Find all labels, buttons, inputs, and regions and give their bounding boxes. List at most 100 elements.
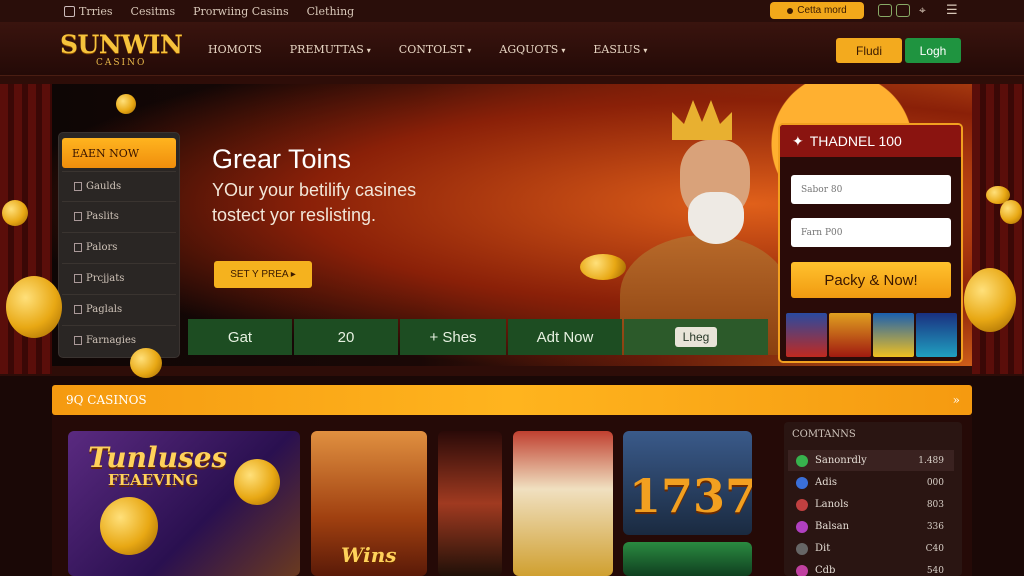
side-menu-header[interactable]: EAEN NOW <box>62 138 176 168</box>
coin-icon <box>6 276 62 338</box>
site-logo[interactable]: SUNWIN CASINO <box>60 30 183 69</box>
coin-icon <box>964 268 1016 332</box>
coin-icon <box>116 94 136 114</box>
find-button[interactable]: Fludi <box>836 38 902 63</box>
logo-subtitle: CASINO <box>96 58 147 68</box>
side-menu-label: Palors <box>86 242 118 253</box>
list-item-value: 336 <box>926 521 944 532</box>
game-tile[interactable]: Tunluses FEAEVING <box>68 431 300 576</box>
strip-cell-3[interactable]: + Shes <box>400 319 506 355</box>
menu-item-icon <box>74 305 82 314</box>
list-item[interactable]: Dit C40 <box>788 538 954 559</box>
cart-icon[interactable] <box>896 4 910 17</box>
nav-link-5[interactable]: EASLUS ▾ <box>593 43 647 56</box>
hero-subtitle-line-1: YOur your betilify casines <box>212 180 417 200</box>
coin-icon <box>2 200 28 226</box>
hero-subtitle: YOur your betilify casines tostect yor r… <box>212 178 416 228</box>
menu-item-icon <box>74 182 82 191</box>
list-item[interactable]: Balsan 336 <box>788 516 954 537</box>
utility-link-4[interactable]: Clething <box>307 5 355 18</box>
mail-icon[interactable] <box>878 4 892 17</box>
nav-link-label: AGQUOTS <box>499 43 559 56</box>
status-icon <box>796 454 808 467</box>
strip-button[interactable]: Lheg <box>674 327 718 347</box>
side-menu-item[interactable]: Gaulds <box>62 171 176 201</box>
menu-item-icon <box>74 274 82 283</box>
list-item[interactable]: Lanols 803 <box>788 494 954 515</box>
game-thumb[interactable] <box>786 313 828 357</box>
list-item-label: Sanonrdly <box>815 455 867 466</box>
game-tile-title: 1737 <box>629 469 752 523</box>
promo-pill-button[interactable]: Cetta mord <box>770 2 864 19</box>
close-icon[interactable]: » <box>953 393 960 407</box>
list-item-label: Dit <box>815 543 831 554</box>
side-menu-label: Gaulds <box>86 181 122 192</box>
strip-cell-2[interactable]: 20 <box>294 319 398 355</box>
signup-field-1[interactable] <box>791 175 951 204</box>
game-thumb[interactable] <box>915 313 957 357</box>
list-item-label: Adis <box>815 477 837 488</box>
utility-link-2[interactable]: Cesitms <box>131 5 176 18</box>
chevron-down-icon: ▾ <box>561 46 566 55</box>
game-tile[interactable]: Wins <box>311 431 427 576</box>
side-menu-item[interactable]: Prcjjats <box>62 263 176 293</box>
menu-icon[interactable]: ☰ <box>946 2 958 18</box>
game-tile[interactable] <box>623 542 752 576</box>
signup-header: ✦ THADNEL 100 <box>780 125 961 157</box>
hero-action-strip: Gat 20 + Shes Adt Now Lheg <box>188 319 768 355</box>
strip-cell-1[interactable]: Gat <box>188 319 292 355</box>
chevron-down-icon: ▾ <box>467 46 472 55</box>
signup-game-thumbs <box>786 313 957 357</box>
hero-subtitle-line-2: tostect yor reslisting. <box>212 205 377 225</box>
hero-cta-button[interactable]: SET Y PREA ▸ <box>214 261 312 288</box>
nav-link-3[interactable]: CONTOLST ▾ <box>399 43 472 56</box>
nav-link-2[interactable]: PREMUTTAS ▾ <box>290 43 371 56</box>
list-item-label: Lanols <box>815 499 849 510</box>
strip-cell-5: Lheg <box>624 319 768 355</box>
list-item[interactable]: Cdb 540 <box>788 560 954 576</box>
signup-field-2[interactable] <box>791 218 951 247</box>
game-tile[interactable]: 1737 <box>623 431 752 535</box>
coin-icon <box>100 497 158 555</box>
utility-link-1[interactable]: Trries <box>79 5 113 18</box>
side-menu-item[interactable]: Paslits <box>62 201 176 231</box>
status-icon <box>796 542 808 555</box>
side-menu-item[interactable]: Paglals <box>62 294 176 324</box>
game-tile[interactable] <box>513 431 613 576</box>
signup-panel: ✦ THADNEL 100 Packy & Now! <box>778 123 963 363</box>
king-figure-beard <box>688 192 744 244</box>
logo-brand: SUNWIN <box>60 30 183 59</box>
nav-link-4[interactable]: AGQUOTS ▾ <box>499 43 565 56</box>
game-tile-title: Tunluses <box>88 441 228 474</box>
status-icon <box>796 520 808 533</box>
menu-item-icon <box>74 243 82 252</box>
list-item[interactable]: Adis 000 <box>788 472 954 493</box>
pin-icon[interactable]: ⌖ <box>919 3 926 18</box>
list-item[interactable]: Sanonrdly 1.489 <box>788 450 954 471</box>
game-thumb[interactable] <box>872 313 914 357</box>
side-menu-item[interactable]: Palors <box>62 232 176 262</box>
game-tile[interactable] <box>438 431 502 576</box>
side-menu-item[interactable]: Farnagies <box>62 325 176 355</box>
list-item-value: 000 <box>926 477 944 488</box>
status-icon <box>796 498 808 511</box>
home-icon[interactable] <box>64 5 75 17</box>
signup-submit-button[interactable]: Packy & Now! <box>791 262 951 298</box>
signup-title: THADNEL 100 <box>809 133 902 149</box>
login-button[interactable]: Logh <box>905 38 961 63</box>
utility-link-3[interactable]: Prorwiing Casins <box>193 5 288 18</box>
nav-links: HOMOTS PREMUTTAS ▾ CONTOLST ▾ AGQUOTS ▾ EAS… <box>208 43 647 56</box>
casinos-section-header: 9Q CASINOS » <box>52 385 972 415</box>
side-menu-label: Paglals <box>86 304 123 315</box>
game-tile-subtitle: FEAEVING <box>108 471 199 489</box>
game-thumb[interactable] <box>829 313 871 357</box>
nav-link-1[interactable]: HOMOTS <box>208 43 262 56</box>
hero-side-menu: EAEN NOW Gaulds Paslits Palors Prcjjats … <box>58 132 180 358</box>
side-menu-label: Prcjjats <box>86 273 125 284</box>
nav-link-label: PREMUTTAS <box>289 43 364 56</box>
main-nav: SUNWIN CASINO HOMOTS PREMUTTAS ▾ CONTOLST… <box>0 22 1024 76</box>
utility-bar: Trries Cesitms Prorwiing Casins Clething… <box>0 0 1024 22</box>
contains-title: COMTANNS <box>792 429 856 440</box>
contains-list: COMTANNS Sanonrdly 1.489 Adis 000 Lanols 80… <box>784 422 962 576</box>
strip-cell-4[interactable]: Adt Now <box>508 319 622 355</box>
